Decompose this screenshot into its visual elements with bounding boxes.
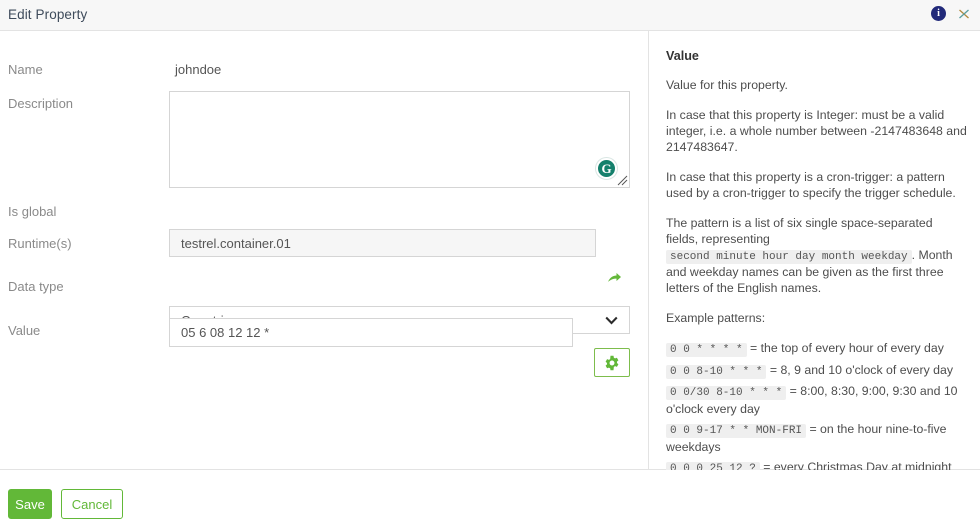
pattern-code: 0 0/30 8-10 * * * xyxy=(666,386,786,400)
edit-property-dialog: Edit Property i Name johndoe Description… xyxy=(0,0,980,526)
cancel-button[interactable]: Cancel xyxy=(61,489,123,519)
pattern-example: 0 0 * * * * = the top of every hour of e… xyxy=(666,340,968,358)
help-title: Value xyxy=(666,48,968,64)
info-circle-icon[interactable]: i xyxy=(931,6,946,21)
dialog-title: Edit Property xyxy=(8,7,87,22)
description-textarea[interactable]: G xyxy=(169,91,630,188)
runtimes-label: Runtime(s) xyxy=(8,236,72,251)
help-paragraph-2: In case that this property is Integer: m… xyxy=(666,108,968,156)
titlebar-actions: i xyxy=(931,6,971,21)
property-form: Name johndoe Description G Is global Yes… xyxy=(0,31,648,469)
grammarly-icon[interactable]: G xyxy=(596,158,617,179)
name-value: johndoe xyxy=(175,62,221,77)
examples-label: Example patterns: xyxy=(666,311,968,327)
resize-grip-icon[interactable] xyxy=(616,174,628,186)
pattern-example: 0 0 9-17 * * MON-FRI = on the hour nine-… xyxy=(666,421,968,456)
value-label: Value xyxy=(8,323,40,338)
chevron-down-icon xyxy=(605,316,618,325)
pattern-code: 0 0 * * * * xyxy=(666,343,747,357)
description-label: Description xyxy=(8,96,73,111)
value-input[interactable]: 05 6 08 12 12 * xyxy=(169,318,573,347)
share-arrow-icon[interactable] xyxy=(605,270,622,287)
help-paragraph-3: In case that this property is a cron-tri… xyxy=(666,170,968,202)
pattern-example: 0 0/30 8-10 * * * = 8:00, 8:30, 9:00, 9:… xyxy=(666,383,968,418)
runtimes-value: testrel.container.01 xyxy=(181,236,291,251)
dialog-titlebar: Edit Property i xyxy=(0,0,980,31)
name-label: Name xyxy=(8,62,43,77)
panel-divider xyxy=(648,31,649,470)
pattern-intro-a: The pattern is a list of six single spac… xyxy=(666,216,933,246)
pattern-example: 0 0 8-10 * * * = 8, 9 and 10 o'clock of … xyxy=(666,362,968,380)
dialog-footer: Save Cancel xyxy=(0,470,980,526)
data-type-label: Data type xyxy=(8,279,64,294)
close-icon[interactable] xyxy=(957,6,971,21)
pattern-code: 0 0 8-10 * * * xyxy=(666,365,766,379)
save-button[interactable]: Save xyxy=(8,489,52,519)
gear-icon xyxy=(604,355,620,371)
pattern-example-list: 0 0 * * * * = the top of every hour of e… xyxy=(666,340,968,477)
help-panel: Value Value for this property. In case t… xyxy=(666,48,968,509)
runtimes-input[interactable]: testrel.container.01 xyxy=(169,229,596,257)
pattern-code: 0 0 9-17 * * MON-FRI xyxy=(666,424,806,438)
help-pattern-description: The pattern is a list of six single spac… xyxy=(666,216,968,296)
is-global-label: Is global xyxy=(8,204,56,219)
cron-builder-button[interactable] xyxy=(594,348,630,377)
pattern-desc: = the top of every hour of every day xyxy=(750,341,944,355)
help-paragraph-1: Value for this property. xyxy=(666,78,968,94)
pattern-fields-code: second minute hour day month weekday xyxy=(666,250,912,264)
pattern-desc: = 8, 9 and 10 o'clock of every day xyxy=(770,363,953,377)
value-input-text: 05 6 08 12 12 * xyxy=(181,325,269,340)
